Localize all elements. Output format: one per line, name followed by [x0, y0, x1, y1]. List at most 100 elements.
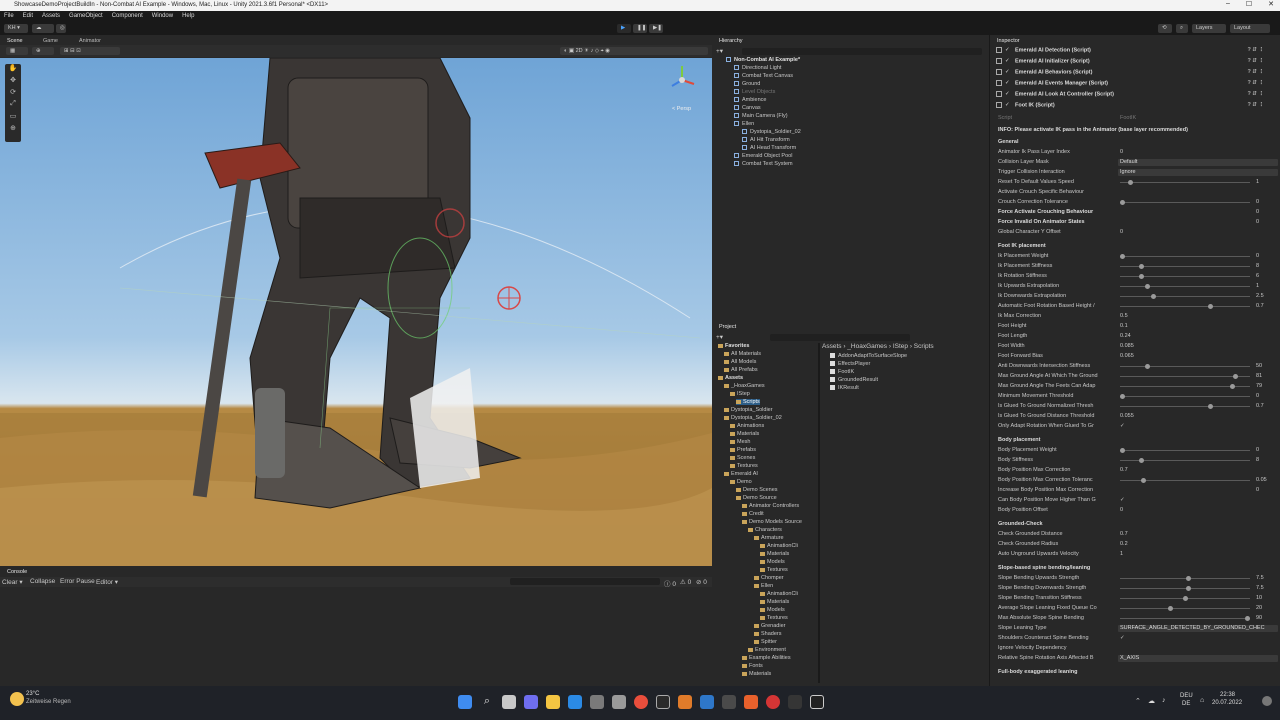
property-value-field[interactable]: 0.5	[1120, 313, 1128, 319]
calculator-icon[interactable]	[722, 695, 736, 709]
error-count[interactable]: ⊘ 0	[696, 578, 707, 586]
hierarchy-item[interactable]: Level Objects	[734, 89, 775, 95]
property-slider-value[interactable]: 6	[1256, 273, 1259, 279]
grid-snap-controls[interactable]: ⊞ ⊟ ⊡	[60, 47, 120, 55]
project-folder-item[interactable]: Fonts	[742, 663, 763, 669]
warning-count[interactable]: ⚠ 0	[680, 578, 691, 586]
property-value-field[interactable]: 0	[1256, 219, 1259, 225]
hierarchy-item[interactable]: Combat Text System	[734, 161, 793, 167]
project-folder-item[interactable]: Animations	[730, 423, 764, 429]
project-folder-item[interactable]: Prefabs	[730, 447, 756, 453]
console-search-input[interactable]	[510, 578, 660, 585]
project-folder-item[interactable]: Textures	[760, 567, 788, 573]
property-slider-value[interactable]: 0	[1256, 199, 1259, 205]
project-folder-item[interactable]: Grenadier	[754, 623, 785, 629]
property-value-field[interactable]: 1	[1120, 551, 1123, 557]
project-file-item[interactable]: FootIK	[830, 369, 854, 375]
cloud-icon[interactable]: ☁	[1148, 697, 1155, 705]
maximize-button[interactable]: ☐	[1246, 0, 1252, 8]
project-folder-item[interactable]: Demo Scenes	[736, 487, 778, 493]
property-slider-value[interactable]: 0.7	[1256, 403, 1264, 409]
slider-knob[interactable]	[1230, 384, 1235, 389]
project-folder-item[interactable]: Models	[760, 559, 785, 565]
project-folder-item[interactable]: Credit	[742, 511, 764, 517]
component-header[interactable]: ✓ Emerald AI Events Manager (Script) ? ⇵ ⋮	[996, 80, 1276, 90]
property-slider[interactable]	[1120, 364, 1250, 369]
property-slider[interactable]	[1120, 478, 1250, 483]
property-dropdown[interactable]: X_AXIS	[1118, 655, 1278, 662]
hierarchy-item[interactable]: Emerald Object Pool	[734, 153, 792, 159]
slider-knob[interactable]	[1207, 404, 1213, 409]
clock-time[interactable]: 22:38	[1220, 692, 1235, 698]
property-dropdown[interactable]: Default	[1118, 159, 1278, 166]
property-value-field[interactable]: 0	[1256, 487, 1259, 493]
property-slider-value[interactable]: 0.05	[1256, 477, 1267, 483]
language-indicator[interactable]: DEU	[1180, 693, 1193, 699]
component-header[interactable]: ✓ Emerald AI Look At Controller (Script)?…	[996, 91, 1276, 101]
editor-dropdown[interactable]: Editor ▾	[96, 578, 118, 586]
app-icon[interactable]	[612, 695, 626, 709]
project-folder-item[interactable]: Dystopia_Soldier_02	[724, 415, 782, 421]
property-value-field[interactable]: 0	[1256, 209, 1259, 215]
rotate-tool-icon[interactable]: ⟳	[5, 88, 21, 100]
scene-view-options[interactable]: ◐ ▣ 2D ☀ ♪ ◇ ⌖ ◉	[560, 47, 708, 55]
project-folder-item[interactable]: _HoaxGames	[724, 383, 765, 389]
project-file-item[interactable]: GroundedResult	[830, 377, 878, 383]
hierarchy-item[interactable]: AI Head Transform	[742, 145, 796, 151]
project-file-item[interactable]: EffectsPlayer	[830, 361, 870, 367]
menu-help[interactable]: Help	[182, 13, 194, 22]
breadcrumb-hoaxgames[interactable]: _HoaxGames	[847, 343, 887, 350]
property-slider[interactable]	[1120, 586, 1250, 591]
chrome-icon[interactable]	[634, 695, 648, 709]
project-folder-item[interactable]: Materials	[760, 551, 789, 557]
hierarchy-item[interactable]: Dystopia_Soldier_02	[742, 129, 801, 135]
component-enabled-checkbox[interactable]: ✓	[1005, 47, 1011, 53]
component-fold-icon[interactable]	[996, 58, 1002, 64]
project-folder-item[interactable]: Demo	[730, 479, 752, 485]
project-folder-item[interactable]: Environment	[748, 647, 786, 653]
menu-gameobject[interactable]: GameObject	[69, 13, 103, 22]
project-folder-item[interactable]: All Prefabs	[724, 367, 758, 373]
component-fold-icon[interactable]	[996, 47, 1002, 53]
project-folder-item[interactable]: Textures	[730, 463, 758, 469]
breadcrumb-istep[interactable]: IStep	[893, 343, 908, 350]
property-slider-value[interactable]: 79	[1256, 383, 1262, 389]
property-slider-value[interactable]: 90	[1256, 615, 1262, 621]
tab-console[interactable]: Console	[2, 568, 33, 577]
rect-tool-icon[interactable]: ▭	[5, 112, 21, 124]
breadcrumb-scripts[interactable]: Scripts	[914, 343, 934, 350]
menu-component[interactable]: Component	[112, 13, 143, 22]
epic-icon[interactable]	[788, 695, 802, 709]
network-icon[interactable]: ⌂	[1200, 697, 1204, 704]
layout-dropdown[interactable]: Layout	[1230, 24, 1270, 33]
property-slider-value[interactable]: 7.5	[1256, 585, 1264, 591]
history-icon[interactable]: ⟲	[1158, 24, 1172, 33]
property-slider-value[interactable]: 1	[1256, 179, 1259, 185]
property-value-field[interactable]: 0	[1120, 149, 1123, 155]
property-slider[interactable]	[1120, 596, 1250, 601]
property-value-field[interactable]: 0	[1120, 229, 1123, 235]
property-slider[interactable]	[1120, 606, 1250, 611]
project-folder-item[interactable]: Textures	[760, 615, 788, 621]
speaker-icon[interactable]: ♪	[1162, 697, 1166, 704]
project-folder-item[interactable]: Demo Source	[736, 495, 777, 501]
project-folder-item[interactable]: IStep	[730, 391, 750, 397]
cloud-button[interactable]: ☁	[32, 24, 54, 33]
project-folder-item[interactable]: Scripts	[736, 399, 760, 405]
property-value-field[interactable]: 0.24	[1120, 333, 1131, 339]
property-slider-value[interactable]: 7.5	[1256, 575, 1264, 581]
property-value-field[interactable]: 0.7	[1120, 467, 1128, 473]
slider-knob[interactable]	[1186, 586, 1192, 591]
project-folder-item[interactable]: Favorites	[718, 343, 749, 349]
slider-knob[interactable]	[1245, 616, 1250, 621]
property-slider[interactable]	[1120, 384, 1250, 389]
property-value-field[interactable]: 0	[1120, 507, 1123, 513]
hierarchy-item[interactable]: AI Hit Transform	[742, 137, 790, 143]
property-slider[interactable]	[1120, 448, 1250, 453]
project-folder-item[interactable]: Materials	[760, 599, 789, 605]
clock-date[interactable]: 20.07.2022	[1212, 700, 1242, 706]
hierarchy-item[interactable]: Directional Light	[734, 65, 781, 71]
component-settings-icon[interactable]: ? ⇵ ⋮	[1247, 69, 1264, 75]
property-slider-value[interactable]: 0	[1256, 447, 1259, 453]
hierarchy-item[interactable]: Main Camera (Fly)	[734, 113, 788, 119]
